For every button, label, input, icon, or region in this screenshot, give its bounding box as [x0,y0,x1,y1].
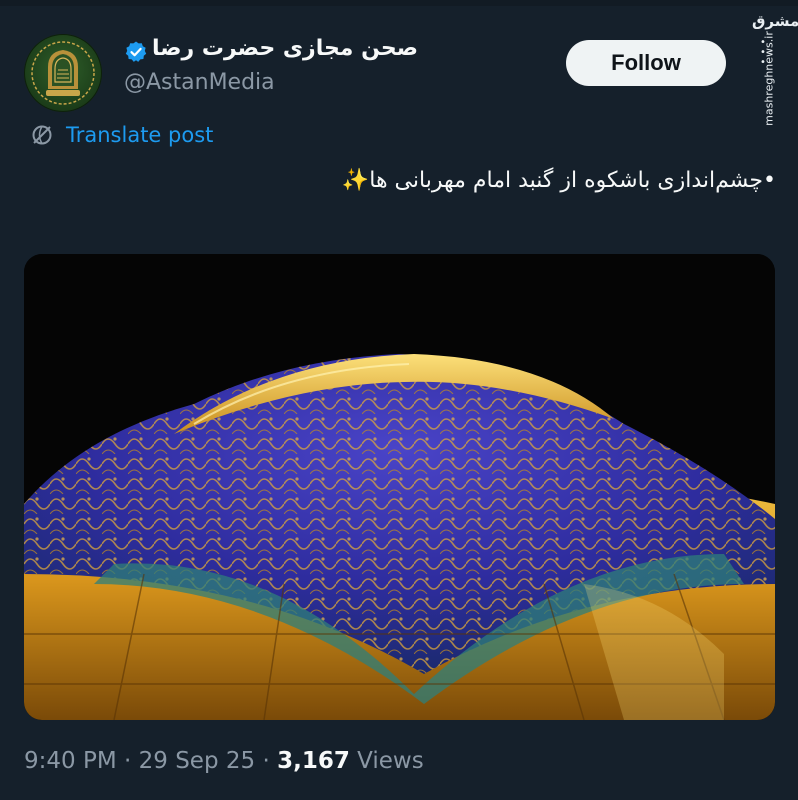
handle[interactable]: @AstanMedia [124,70,275,95]
watermark-url: mashreghnews.ir [762,31,776,126]
views-count[interactable]: 3,167 [277,748,350,774]
meta-separator: · [124,748,132,774]
watermark: مشرق • • • mashreghnews.ir [748,10,798,130]
verified-badge-icon [125,41,147,62]
golden-dome-image [24,254,775,720]
avatar-logo-icon [31,41,95,105]
tweet-time[interactable]: 9:40 PM [24,748,117,774]
translate-label[interactable]: Translate post [66,123,213,147]
display-name[interactable]: صحن مجازی حضرت رضا [152,36,418,68]
meta-separator: · [262,748,270,774]
views-label: Views [357,748,424,774]
translate-globe-icon [32,125,52,145]
tweet-media-image[interactable] [24,254,775,720]
top-divider [0,0,798,6]
tweet-meta: 9:40 PM · 29 Sep 25 · 3,167 Views [24,748,424,774]
translate-post[interactable]: Translate post [30,118,213,152]
tweet-text: •چشم‌اندازی باشکوه از گنبد امام مهربانی … [341,168,776,193]
tweet-date[interactable]: 29 Sep 25 [139,748,256,774]
follow-button[interactable]: Follow [566,40,726,86]
avatar[interactable] [24,34,102,112]
